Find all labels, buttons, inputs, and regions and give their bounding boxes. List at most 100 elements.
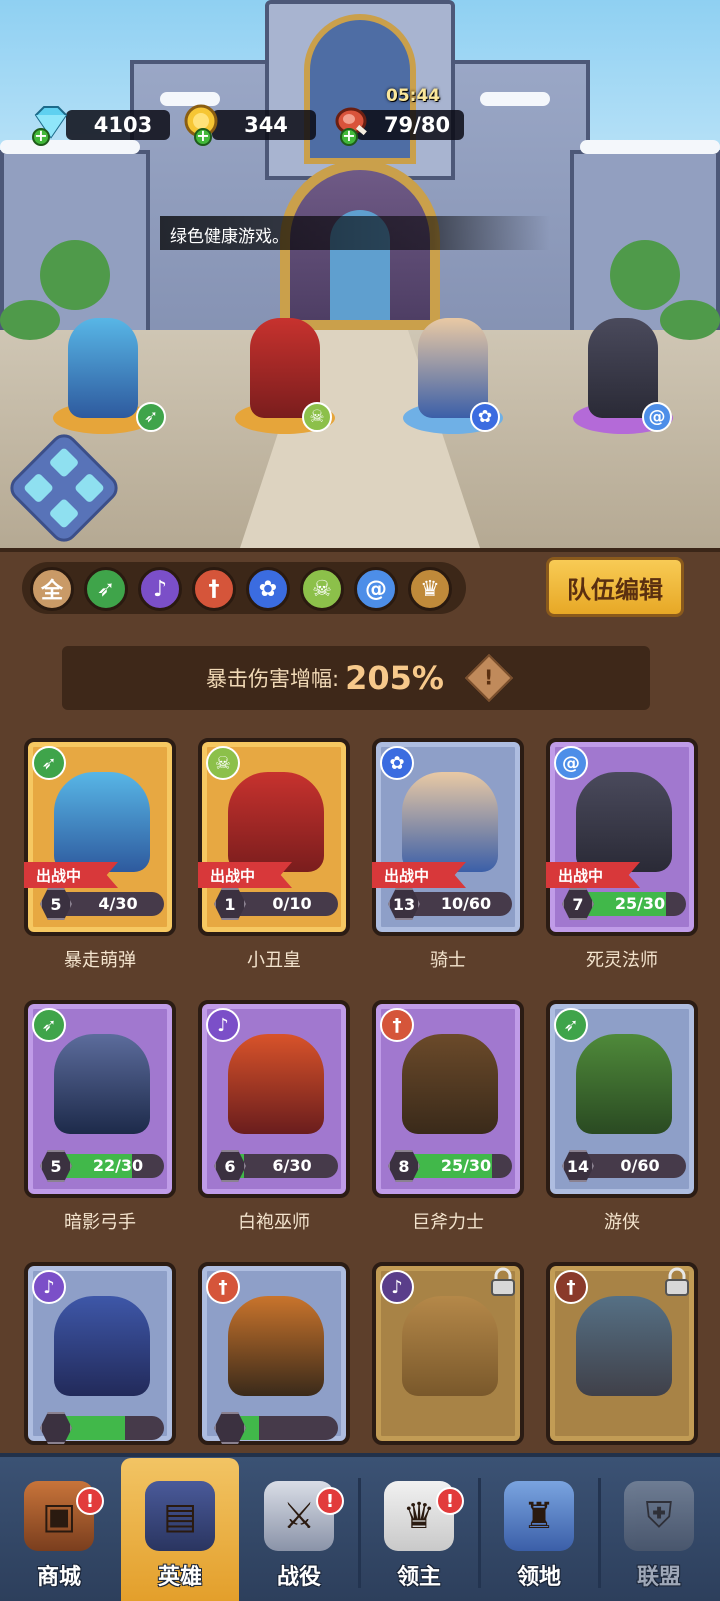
swirl-icon: @ [554, 746, 588, 780]
alert-badge-icon: ! [76, 1487, 104, 1515]
sword-icon: † [380, 1008, 414, 1042]
castle-icon: ♜ [504, 1481, 574, 1551]
scene-hero-2[interactable]: ☠ [210, 310, 360, 440]
bow-icon: ➶ [136, 402, 166, 432]
stamina-counter: 79/80 [356, 110, 464, 140]
hero-card[interactable]: ♪ 6/30 6 [198, 1000, 350, 1198]
tab-label: 联盟 [636, 1565, 681, 1590]
hero-name: 骑士 [430, 950, 466, 971]
filter-staff-icon[interactable]: ♪ [138, 567, 182, 611]
team-edit-button[interactable]: 队伍编辑 [546, 557, 684, 617]
tab-label: 战役 [276, 1565, 321, 1590]
hero-card[interactable]: † [198, 1262, 350, 1445]
in-battle-tag: 出战中 [546, 862, 640, 888]
skull-icon: ☠ [206, 746, 240, 780]
hero-name: 巨斧力士 [412, 1212, 484, 1233]
cards-icon: ▤ [145, 1481, 215, 1551]
add-stamina-icon[interactable]: + [340, 128, 358, 146]
filter-bow-icon[interactable]: ➶ [84, 567, 128, 611]
filter-sword-icon[interactable]: † [192, 567, 236, 611]
hero-card[interactable]: † [546, 1262, 698, 1445]
hero-name: 游侠 [604, 1212, 640, 1233]
hero-portrait [228, 1034, 324, 1134]
hero-portrait [54, 772, 150, 872]
swirl-icon: @ [642, 402, 672, 432]
tab-shop[interactable]: ▣ 商城 [0, 1458, 118, 1601]
shard-progress-text: 6/30 [272, 1156, 312, 1175]
sword-icon: † [554, 1270, 588, 1304]
filter-skull-icon[interactable]: ☠ [300, 567, 344, 611]
bow-icon: ➶ [32, 746, 66, 780]
hero-portrait [54, 1034, 150, 1134]
crit-value: 205% [345, 659, 444, 697]
shard-progress-text: 25/30 [614, 894, 666, 913]
shard-progress-text: 0/60 [620, 1156, 660, 1175]
paw-icon: ✿ [470, 402, 500, 432]
filter-swirl-icon[interactable]: @ [354, 567, 398, 611]
hero-card[interactable]: † 25/30 8 [372, 1000, 524, 1198]
tab-label: 商城 [36, 1565, 81, 1590]
scene-hero-3[interactable]: ✿ [378, 310, 528, 440]
alert-badge-icon: ! [436, 1487, 464, 1515]
hero-card[interactable]: ♪ [24, 1262, 176, 1445]
filter-paw-icon[interactable]: ✿ [246, 567, 290, 611]
hero-portrait [228, 772, 324, 872]
gold-counter: 344 [212, 110, 316, 140]
gold-value: 344 [244, 113, 288, 137]
hero-portrait [402, 1034, 498, 1134]
filter-crown-icon[interactable]: ♛ [408, 567, 452, 611]
hero-portrait [402, 1296, 498, 1396]
hero-card[interactable]: ➶ 22/30 5 [24, 1000, 176, 1198]
tab-battle[interactable]: ⚔ 战役 [240, 1458, 358, 1601]
tab-territory[interactable]: ♜ 领地 [480, 1458, 598, 1601]
gems-counter: 4103 [66, 110, 170, 140]
stamina-value: 79/80 [383, 113, 451, 137]
add-gold-icon[interactable]: + [194, 128, 212, 146]
hero-name: 暴走萌弹 [64, 950, 136, 971]
lock-icon [662, 1266, 692, 1298]
info-icon[interactable]: ! [464, 653, 514, 703]
alert-badge-icon: ! [316, 1487, 344, 1515]
shard-progress-text: 4/30 [98, 894, 138, 913]
meat-icon[interactable]: + [330, 102, 372, 146]
sword-icon: † [206, 1270, 240, 1304]
battle-scene [0, 0, 720, 548]
bow-icon: ➶ [554, 1008, 588, 1042]
hero-portrait [576, 1034, 672, 1134]
gold-coin-icon[interactable]: + [180, 102, 222, 146]
hero-portrait [402, 772, 498, 872]
hero-card[interactable]: ➶ 出战中 4/30 5 [24, 738, 176, 936]
paw-icon: ✿ [380, 746, 414, 780]
hero-card[interactable]: ✿ 出战中 10/60 13 [372, 738, 524, 936]
hero-card[interactable]: ➶ 0/60 14 [546, 1000, 698, 1198]
hero-card[interactable]: @ 出战中 25/30 7 [546, 738, 698, 936]
hero-portrait [576, 1296, 672, 1396]
tab-alliance[interactable]: ⛨ 联盟 [600, 1458, 718, 1601]
hero-name: 白袍巫师 [238, 1212, 310, 1233]
shard-progress-text: 22/30 [92, 1156, 144, 1175]
tab-lord[interactable]: ♛ 领主 [360, 1458, 478, 1601]
scene-hero-4[interactable]: @ [548, 310, 698, 440]
gem-icon[interactable]: + [30, 102, 72, 146]
tab-label: 英雄 [157, 1565, 202, 1590]
in-battle-tag: 出战中 [198, 862, 292, 888]
filter-all-label: 全 [40, 579, 63, 604]
stamina-timer: 05:44 [386, 86, 441, 106]
add-gems-icon[interactable]: + [32, 128, 50, 146]
skull-icon: ☠ [302, 402, 332, 432]
filter-all[interactable]: 全 [30, 567, 74, 611]
shard-progress-text: 10/60 [440, 894, 492, 913]
lock-icon [488, 1266, 518, 1298]
hero-name: 死灵法师 [586, 950, 658, 971]
crit-damage-banner: 暴击伤害增幅: 205% ! [62, 646, 650, 710]
tab-label: 领地 [516, 1565, 561, 1590]
shard-progress-text: 0/10 [272, 894, 312, 913]
hero-name: 小丑皇 [247, 950, 301, 971]
scene-hero-1[interactable]: ➶ [28, 310, 178, 440]
hero-card[interactable]: ♪ [372, 1262, 524, 1445]
gems-value: 4103 [93, 113, 153, 137]
staff-icon: ♪ [206, 1008, 240, 1042]
tab-heroes[interactable]: ▤ 英雄 [121, 1458, 239, 1601]
hero-card[interactable]: ☠ 出战中 0/10 1 [198, 738, 350, 936]
shard-progress-text: 25/30 [440, 1156, 492, 1175]
